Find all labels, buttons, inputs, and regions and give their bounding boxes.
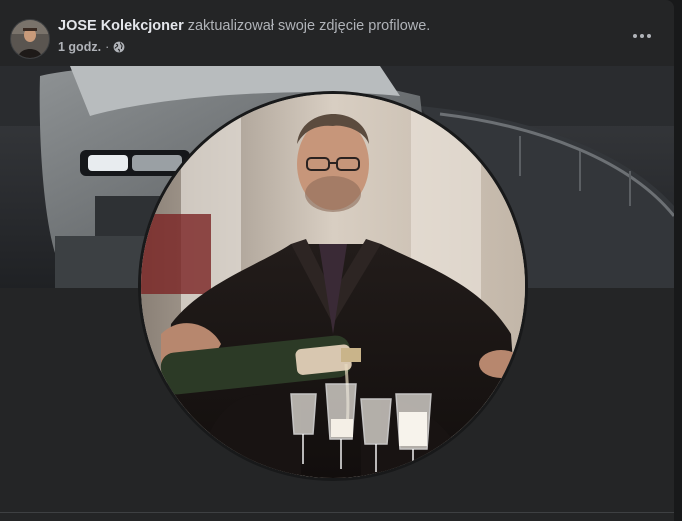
author-name-link[interactable]: JOSE Kolekcjoner [58,18,184,34]
profile-photo-image [141,94,525,478]
avatar-image [11,20,49,58]
globe-icon[interactable] [113,41,125,53]
more-options-icon [633,34,651,38]
post-card: JOSE Kolekcjoner zaktualizował swoje zdj… [0,0,674,521]
profile-photo[interactable] [138,91,528,481]
post-header: JOSE Kolekcjoner zaktualizował swoje zdj… [0,0,674,66]
author-avatar[interactable] [10,19,50,59]
post-meta: 1 godz. · [58,40,125,54]
post-title-line: JOSE Kolekcjoner zaktualizował swoje zdj… [58,18,430,34]
meta-separator: · [105,40,110,54]
post-divider [0,512,674,513]
post-action-text: zaktualizował swoje zdjęcie profilowe. [183,18,431,34]
post-timestamp-link[interactable]: 1 godz. [58,40,101,54]
more-options-button[interactable] [628,24,656,48]
